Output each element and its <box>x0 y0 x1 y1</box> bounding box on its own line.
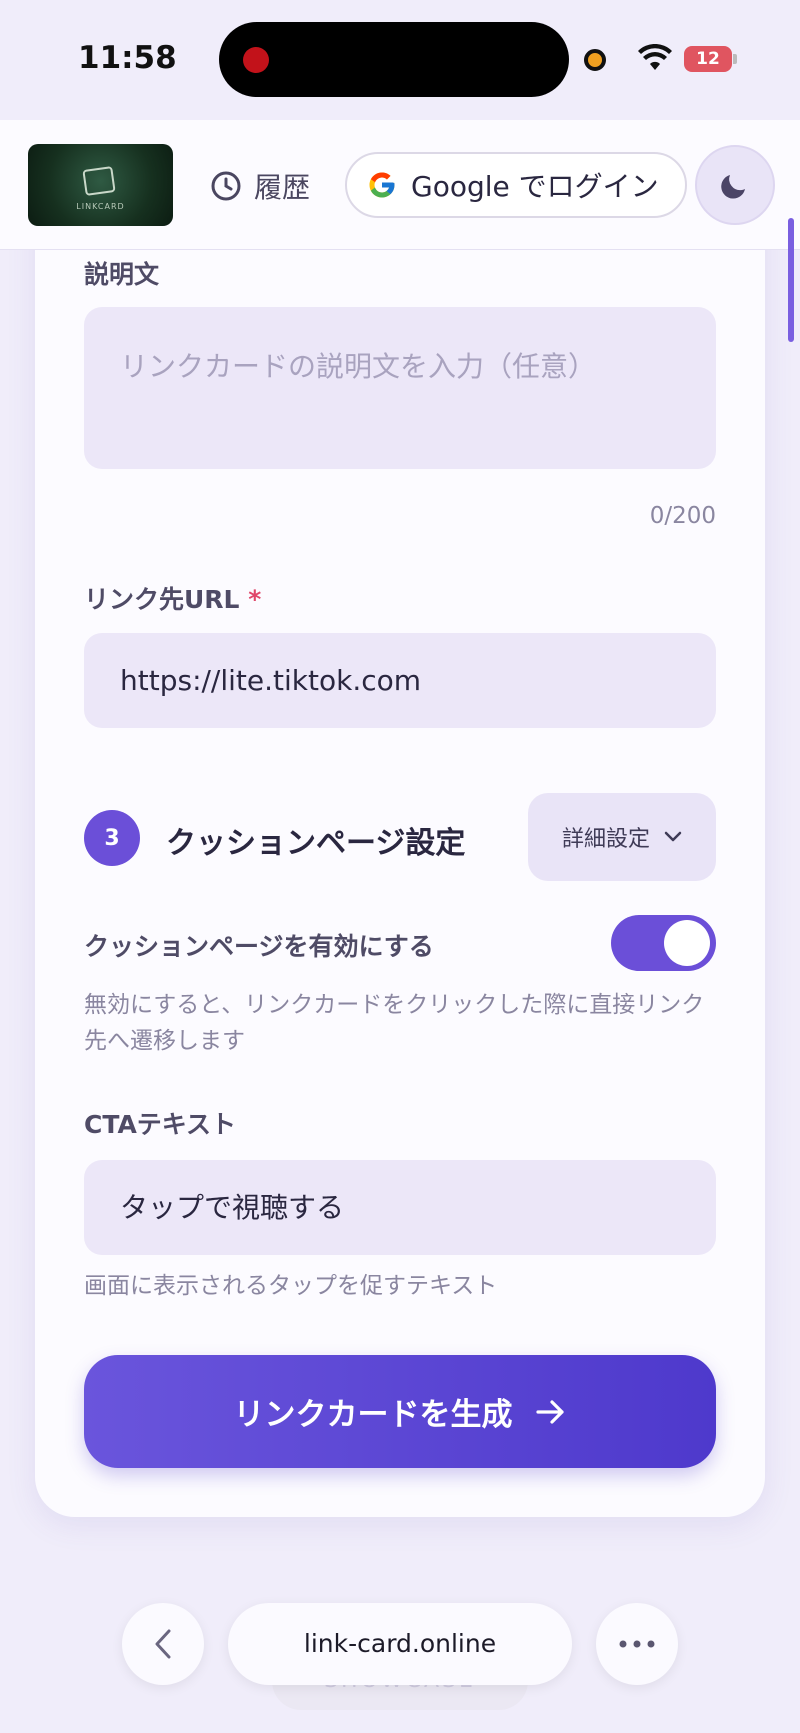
chevron-left-icon <box>155 1629 171 1659</box>
theme-toggle-button[interactable] <box>695 145 775 225</box>
status-bar: 11:58 12 <box>0 0 800 120</box>
generate-button-label: リンクカードを生成 <box>233 1397 513 1433</box>
description-placeholder: リンクカードの説明文を入力（任意） <box>120 350 597 383</box>
moon-icon <box>721 175 745 199</box>
address-bar[interactable]: link-card.online <box>228 1603 572 1685</box>
google-login-label: Google でログイン <box>411 170 659 203</box>
recording-indicator <box>243 47 269 73</box>
url-label: リンク先URL * <box>84 580 261 616</box>
description-field[interactable]: リンクカードの説明文を入力（任意） <box>84 307 716 469</box>
google-icon <box>369 172 395 198</box>
back-button[interactable] <box>122 1603 204 1685</box>
generate-link-card-button[interactable]: リンクカードを生成 <box>84 1355 716 1468</box>
battery-icon: 12 <box>684 46 732 72</box>
advanced-settings-label: 詳細設定 <box>561 827 650 852</box>
description-counter: 0/200 <box>649 503 716 529</box>
description-label: 説明文 <box>84 260 160 289</box>
cushion-toggle[interactable] <box>611 915 716 971</box>
arrow-right-icon <box>535 1399 564 1424</box>
more-icon <box>619 1640 655 1648</box>
cta-help-text: 画面に表示されるタップを促すテキスト <box>84 1273 498 1299</box>
clock-icon <box>211 171 241 201</box>
app-header: LINKCARD 履歴 Google でログイン <box>0 120 800 250</box>
dynamic-island <box>219 22 569 97</box>
url-label-text: リンク先URL <box>84 585 240 614</box>
site-logo[interactable]: LINKCARD <box>28 144 173 226</box>
toggle-knob <box>664 920 710 966</box>
cta-field[interactable]: タップで視聴する <box>84 1160 716 1255</box>
logo-text: LINKCARD <box>76 202 125 211</box>
logo-card-mark <box>82 166 116 196</box>
required-mark: * <box>248 585 262 614</box>
scrollbar-thumb[interactable] <box>788 218 794 342</box>
cushion-toggle-label: クッションページを有効にする <box>84 932 434 961</box>
url-field[interactable]: https://lite.tiktok.com <box>84 633 716 728</box>
section-title: クッションページ設定 <box>166 826 466 861</box>
cushion-help-text: 無効にすると、リンクカードをクリックした際に直接リンク先へ遷移します <box>84 992 705 1054</box>
cta-label: CTAテキスト <box>84 1110 237 1139</box>
history-button[interactable]: 履歴 <box>210 166 310 206</box>
battery-tip <box>733 54 737 64</box>
status-time: 11:58 <box>78 40 177 76</box>
more-options-button[interactable] <box>596 1603 678 1685</box>
google-login-button[interactable]: Google でログイン <box>345 152 687 218</box>
history-label: 履歴 <box>254 171 311 204</box>
advanced-settings-button[interactable]: 詳細設定 <box>528 793 716 881</box>
step-number-badge: 3 <box>84 810 140 866</box>
mic-indicator <box>584 49 606 71</box>
chevron-down-icon <box>664 831 682 842</box>
wifi-icon <box>638 44 672 70</box>
